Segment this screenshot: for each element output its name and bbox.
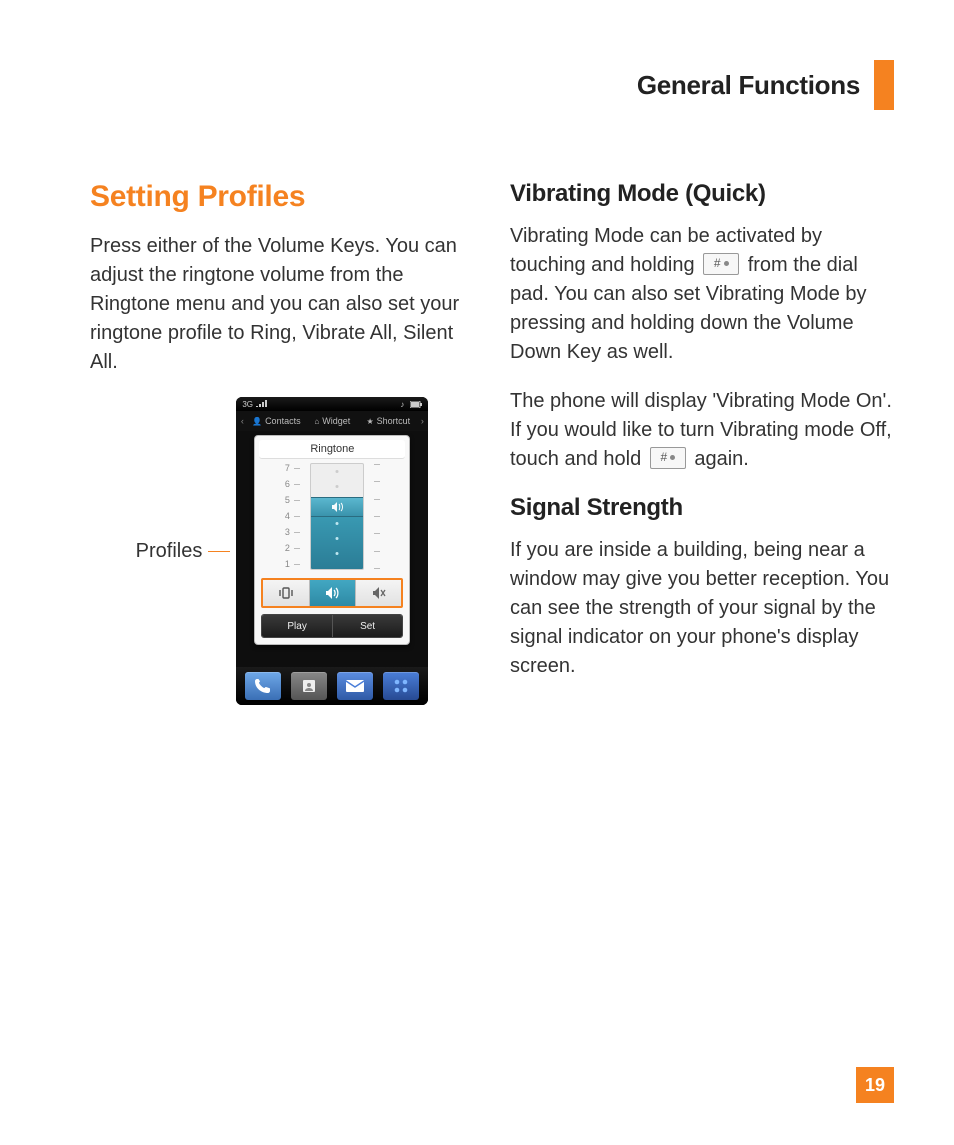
home-tabs: ‹ 👤Contacts ⌂Widget ★Shortcut › — [236, 411, 428, 431]
profile-silent-button[interactable] — [355, 580, 401, 606]
left-column: Setting Profiles Press either of the Vol… — [90, 180, 474, 705]
home-tab-widget[interactable]: ⌂Widget — [304, 416, 360, 426]
play-button[interactable]: Play — [262, 615, 332, 637]
hash-key-icon: # — [650, 447, 686, 469]
panel-actions: Play Set — [261, 614, 403, 638]
setting-profiles-heading: Setting Profiles — [90, 180, 474, 214]
volume-knob[interactable] — [310, 497, 364, 517]
volume-bar[interactable] — [310, 463, 364, 570]
profiles-row — [261, 578, 403, 608]
setting-profiles-body: Press either of the Volume Keys. You can… — [90, 232, 474, 377]
dock-menu-button[interactable] — [383, 672, 419, 700]
figure-label: Profiles — [136, 540, 203, 563]
contacts-icon — [300, 678, 318, 694]
home-icon: ⌂ — [314, 417, 319, 426]
manual-page: General Functions Setting Profiles Press… — [0, 0, 954, 1145]
chevron-right-icon[interactable]: › — [416, 416, 428, 426]
phone-screenshot: 3G ♪ ‹ — [236, 397, 428, 705]
vibrate-icon — [278, 586, 294, 600]
screen-body: Ringtone 7 6 5 4 3 2 1 — [236, 431, 428, 667]
star-icon: ★ — [366, 417, 373, 426]
speaker-icon — [325, 587, 339, 599]
ringtone-panel: Ringtone 7 6 5 4 3 2 1 — [254, 435, 410, 645]
battery-icon — [410, 401, 422, 408]
signal-strength-heading: Signal Strength — [510, 494, 894, 522]
callout-leader-line — [208, 551, 230, 552]
vibrating-mode-p2: The phone will display 'Vibrating Mode O… — [510, 387, 894, 474]
volume-area: 7 6 5 4 3 2 1 — [255, 463, 409, 570]
header-accent-bar — [874, 60, 894, 110]
volume-ticks-left: 7 6 5 4 3 2 1 — [285, 463, 300, 570]
figure-wrap: Profiles 3G ♪ — [90, 397, 474, 705]
dock — [236, 667, 428, 705]
profile-vibrate-button[interactable] — [263, 580, 308, 606]
volume-fill — [311, 509, 363, 569]
dock-phone-button[interactable] — [245, 672, 281, 700]
panel-title: Ringtone — [259, 440, 405, 459]
dock-messaging-button[interactable] — [337, 672, 373, 700]
hash-key-icon: # — [703, 253, 739, 275]
person-icon: 👤 — [252, 417, 262, 426]
phone-icon — [254, 678, 272, 694]
chevron-left-icon[interactable]: ‹ — [236, 416, 248, 426]
right-column: Vibrating Mode (Quick) Vibrating Mode ca… — [510, 180, 894, 705]
vibrating-mode-heading: Vibrating Mode (Quick) — [510, 180, 894, 208]
envelope-icon — [345, 679, 365, 693]
home-tab-shortcut[interactable]: ★Shortcut — [360, 416, 416, 426]
dock-contacts-button[interactable] — [291, 672, 327, 700]
set-button[interactable]: Set — [332, 615, 403, 637]
home-tab-contacts[interactable]: 👤Contacts — [248, 416, 304, 426]
volume-ticks-right — [374, 463, 380, 570]
header-section-title: General Functions — [637, 70, 860, 101]
mute-icon — [372, 587, 386, 599]
network-label: 3G — [242, 400, 253, 409]
signal-icon — [256, 400, 268, 408]
music-icon: ♪ — [400, 400, 404, 409]
grid-icon — [393, 678, 409, 694]
profile-ring-button[interactable] — [309, 580, 355, 606]
status-bar: 3G ♪ — [236, 397, 428, 411]
page-number: 19 — [856, 1067, 894, 1103]
content-columns: Setting Profiles Press either of the Vol… — [90, 180, 894, 705]
page-header: General Functions — [90, 60, 894, 110]
signal-strength-body: If you are inside a building, being near… — [510, 536, 894, 681]
vibrating-mode-p1: Vibrating Mode can be activated by touch… — [510, 222, 894, 367]
